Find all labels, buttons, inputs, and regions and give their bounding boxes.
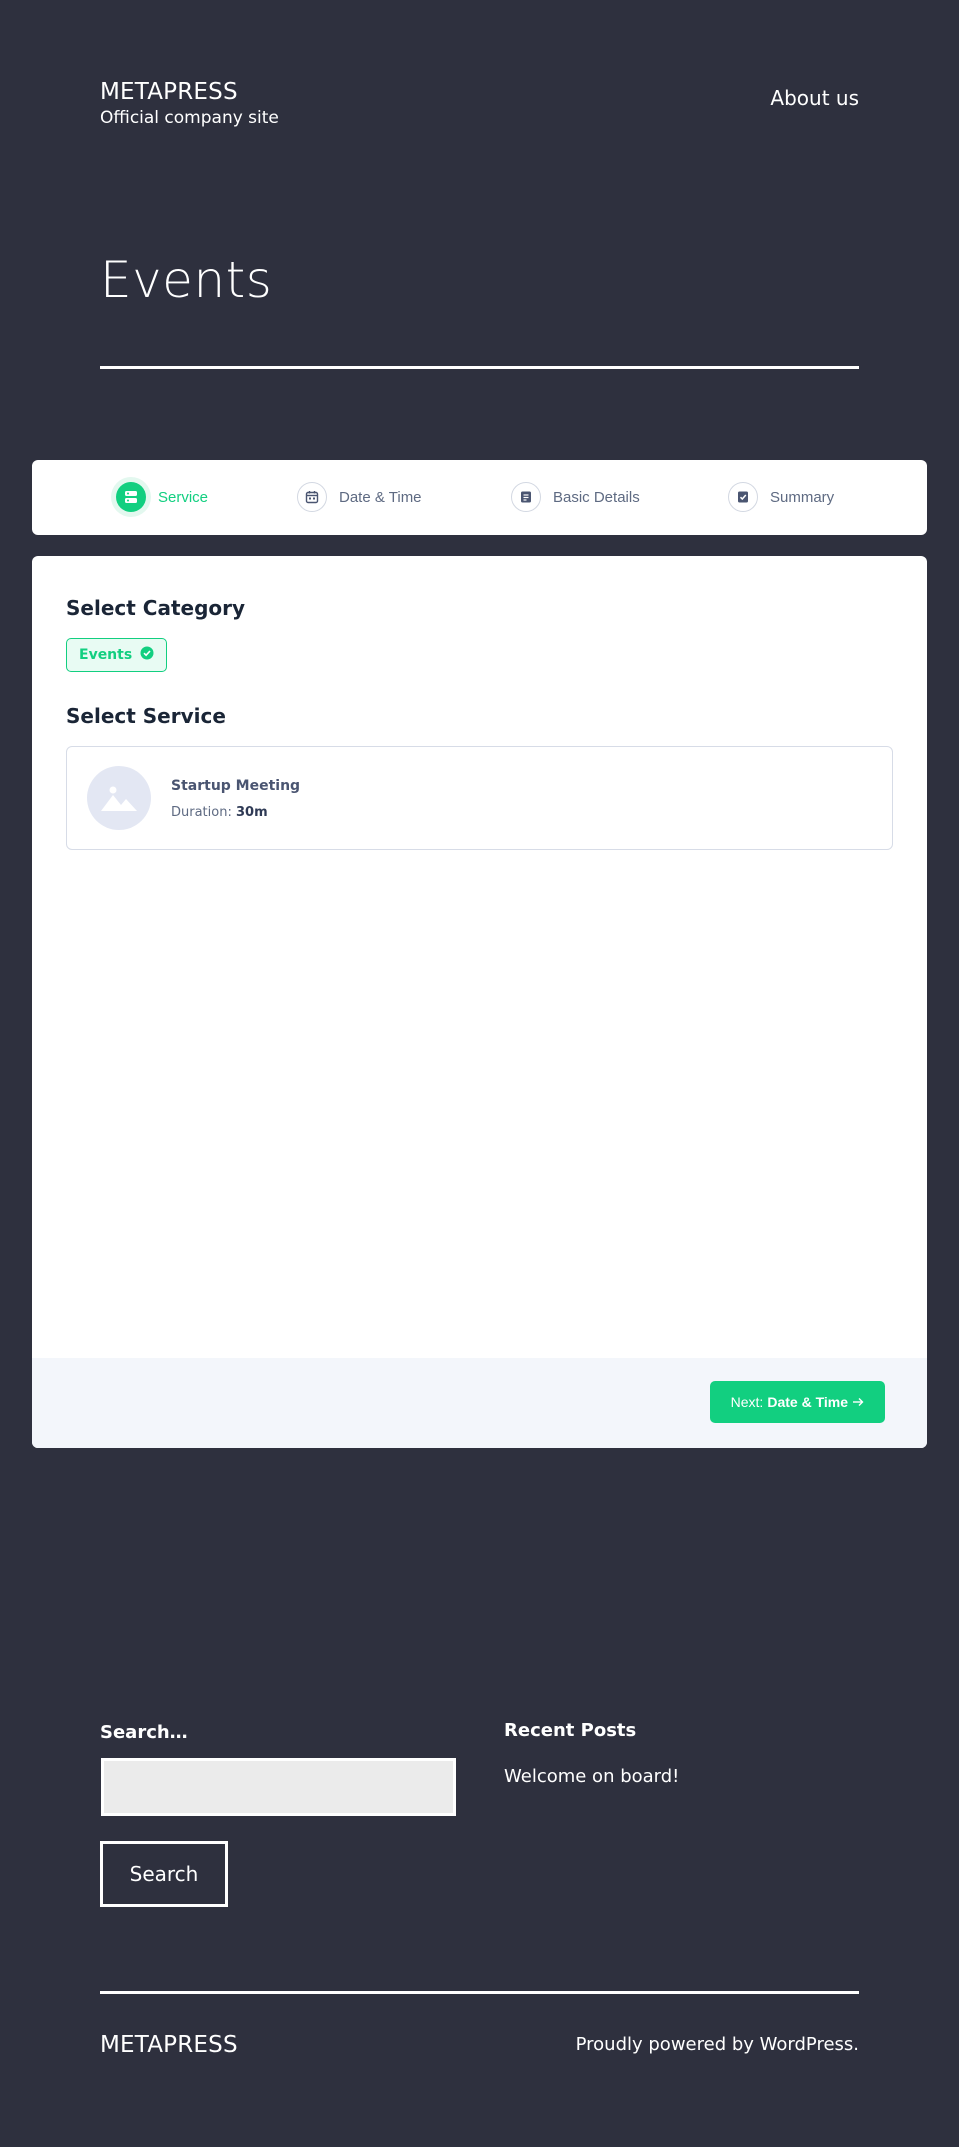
step-label-service: Service [158,488,209,506]
service-duration-label: Duration: [171,805,232,820]
search-input[interactable] [101,1758,456,1816]
select-service-heading: Select Service [66,704,226,728]
calendar-icon [297,482,327,512]
recent-posts-heading: Recent Posts [504,1720,637,1741]
booking-panel-footer: Next: Date & Time [32,1358,927,1448]
document-icon [511,482,541,512]
select-category-heading: Select Category [66,596,246,620]
search-button[interactable]: Search [100,1841,228,1907]
next-step-button[interactable]: Next: Date & Time [709,1381,885,1423]
step-basic-details[interactable]: Basic Details [511,480,640,514]
site-title[interactable]: METAPRESS [100,78,859,106]
category-chip-label: Events [79,647,133,663]
site-description: Official company site [100,108,279,128]
service-name: Startup Meeting [171,778,301,794]
step-label-basic-details: Basic Details [553,488,640,506]
category-chip-events[interactable]: Events [66,638,168,672]
booking-steps-bar: Service Date & Time Basic Details Summar… [32,460,927,535]
booking-panel: Select Category Events Select Service St… [32,556,927,1448]
check-circle-icon [140,646,154,664]
service-duration-value: 30m [235,805,268,820]
next-button-target: Date & Time [767,1394,848,1410]
checklist-icon [728,482,758,512]
footer-credit[interactable]: Proudly powered by WordPress. [576,2034,859,2055]
nav-link-about-us[interactable]: About us [770,86,859,110]
title-divider [100,366,859,369]
step-summary[interactable]: Summary [728,480,834,514]
footer-divider [100,1991,859,1994]
site-header: METAPRESS Official company site About us [100,78,859,138]
service-duration: Duration: 30m [171,805,268,820]
step-date-time[interactable]: Date & Time [297,480,422,514]
step-label-summary: Summary [770,488,835,506]
step-service[interactable]: Service [116,480,208,514]
next-button-prefix: Next: [730,1394,764,1410]
page-title: Events [100,251,273,309]
arrow-right-icon [852,1394,864,1410]
recent-post-link[interactable]: Welcome on board! [504,1766,679,1787]
step-label-date-time: Date & Time [339,488,422,506]
search-widget-label: Search… [100,1722,188,1743]
service-option-startup-meeting[interactable]: Startup Meeting Duration: 30m [66,746,893,850]
image-placeholder-icon [87,766,151,830]
service-icon [116,482,146,512]
footer-site-title[interactable]: METAPRESS [100,2032,238,2058]
